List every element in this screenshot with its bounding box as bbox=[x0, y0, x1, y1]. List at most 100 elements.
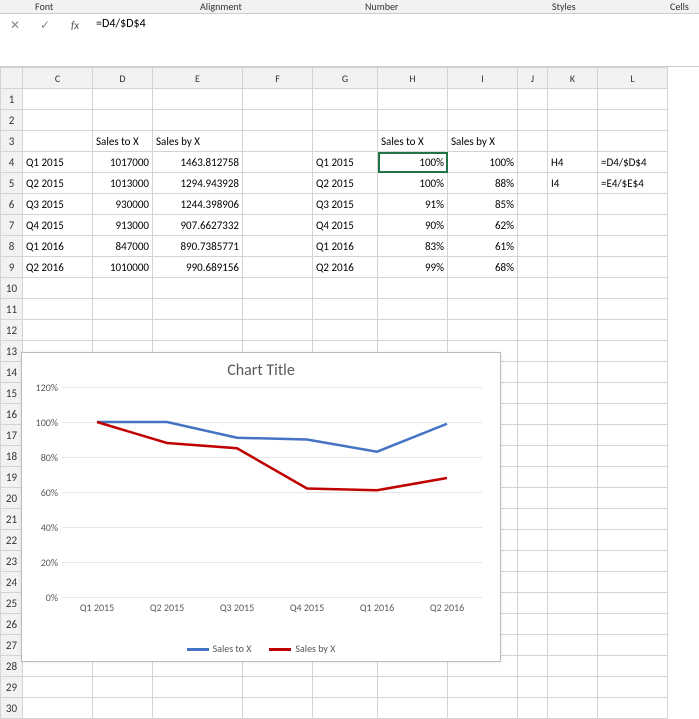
row-header[interactable]: 7 bbox=[1, 215, 23, 236]
cell-J29[interactable] bbox=[518, 677, 548, 698]
cell-J10[interactable] bbox=[518, 278, 548, 299]
cell-E29[interactable] bbox=[153, 677, 243, 698]
cell-L15[interactable] bbox=[598, 383, 668, 404]
row-header[interactable]: 28 bbox=[1, 656, 23, 677]
row-header[interactable]: 6 bbox=[1, 194, 23, 215]
cell-G1[interactable] bbox=[313, 89, 378, 110]
row-header[interactable]: 17 bbox=[1, 425, 23, 446]
row-header[interactable]: 13 bbox=[1, 341, 23, 362]
cell-E4[interactable]: 1463.812758 bbox=[153, 152, 243, 173]
col-header-H[interactable]: H bbox=[378, 68, 448, 89]
cell-K5[interactable]: I4 bbox=[548, 173, 598, 194]
cell-E9[interactable]: 990.689156 bbox=[153, 257, 243, 278]
cell-I6[interactable]: 85% bbox=[448, 194, 518, 215]
cell-E2[interactable] bbox=[153, 110, 243, 131]
cell-J20[interactable] bbox=[518, 488, 548, 509]
cell-I8[interactable]: 61% bbox=[448, 236, 518, 257]
cell-I1[interactable] bbox=[448, 89, 518, 110]
cell-L26[interactable] bbox=[598, 614, 668, 635]
cell-H8[interactable]: 83% bbox=[378, 236, 448, 257]
cell-J28[interactable] bbox=[518, 656, 548, 677]
cell-D7[interactable]: 913000 bbox=[93, 215, 153, 236]
cell-C3[interactable] bbox=[23, 131, 93, 152]
row-header[interactable]: 5 bbox=[1, 173, 23, 194]
cell-J14[interactable] bbox=[518, 362, 548, 383]
cell-D30[interactable] bbox=[93, 698, 153, 719]
cell-K19[interactable] bbox=[548, 467, 598, 488]
cell-J25[interactable] bbox=[518, 593, 548, 614]
cell-J27[interactable] bbox=[518, 635, 548, 656]
cell-C10[interactable] bbox=[23, 278, 93, 299]
cell-L11[interactable] bbox=[598, 299, 668, 320]
cell-K7[interactable] bbox=[548, 215, 598, 236]
cell-I7[interactable]: 62% bbox=[448, 215, 518, 236]
cell-L10[interactable] bbox=[598, 278, 668, 299]
cell-L8[interactable] bbox=[598, 236, 668, 257]
cell-L22[interactable] bbox=[598, 530, 668, 551]
cell-J23[interactable] bbox=[518, 551, 548, 572]
cell-K9[interactable] bbox=[548, 257, 598, 278]
cell-J16[interactable] bbox=[518, 404, 548, 425]
row-header[interactable]: 20 bbox=[1, 488, 23, 509]
cell-J26[interactable] bbox=[518, 614, 548, 635]
cell-E30[interactable] bbox=[153, 698, 243, 719]
row-header[interactable]: 21 bbox=[1, 509, 23, 530]
row-header[interactable]: 19 bbox=[1, 467, 23, 488]
cell-L20[interactable] bbox=[598, 488, 668, 509]
cell-J15[interactable] bbox=[518, 383, 548, 404]
row-header[interactable]: 22 bbox=[1, 530, 23, 551]
row-header[interactable]: 15 bbox=[1, 383, 23, 404]
cell-G7[interactable]: Q4 2015 bbox=[313, 215, 378, 236]
cell-E8[interactable]: 890.7385771 bbox=[153, 236, 243, 257]
row-header[interactable]: 16 bbox=[1, 404, 23, 425]
cell-L18[interactable] bbox=[598, 446, 668, 467]
cell-F12[interactable] bbox=[243, 320, 313, 341]
cell-G12[interactable] bbox=[313, 320, 378, 341]
cell-D3[interactable]: Sales to X bbox=[93, 131, 153, 152]
cell-F11[interactable] bbox=[243, 299, 313, 320]
cell-L23[interactable] bbox=[598, 551, 668, 572]
cell-L27[interactable] bbox=[598, 635, 668, 656]
cell-J18[interactable] bbox=[518, 446, 548, 467]
cell-I11[interactable] bbox=[448, 299, 518, 320]
row-header[interactable]: 10 bbox=[1, 278, 23, 299]
cell-C1[interactable] bbox=[23, 89, 93, 110]
cell-L13[interactable] bbox=[598, 341, 668, 362]
cell-K21[interactable] bbox=[548, 509, 598, 530]
col-header-I[interactable]: I bbox=[448, 68, 518, 89]
cell-C4[interactable]: Q1 2015 bbox=[23, 152, 93, 173]
cell-D12[interactable] bbox=[93, 320, 153, 341]
cell-L9[interactable] bbox=[598, 257, 668, 278]
cell-H12[interactable] bbox=[378, 320, 448, 341]
row-header[interactable]: 2 bbox=[1, 110, 23, 131]
cell-K27[interactable] bbox=[548, 635, 598, 656]
cell-E1[interactable] bbox=[153, 89, 243, 110]
cell-L30[interactable] bbox=[598, 698, 668, 719]
row-header[interactable]: 25 bbox=[1, 593, 23, 614]
cell-C5[interactable]: Q2 2015 bbox=[23, 173, 93, 194]
cell-D5[interactable]: 1013000 bbox=[93, 173, 153, 194]
cell-J7[interactable] bbox=[518, 215, 548, 236]
cell-I30[interactable] bbox=[448, 698, 518, 719]
cell-H3[interactable]: Sales to X bbox=[378, 131, 448, 152]
cell-K12[interactable] bbox=[548, 320, 598, 341]
cell-H10[interactable] bbox=[378, 278, 448, 299]
cell-F30[interactable] bbox=[243, 698, 313, 719]
cell-F10[interactable] bbox=[243, 278, 313, 299]
cell-I10[interactable] bbox=[448, 278, 518, 299]
cell-K6[interactable] bbox=[548, 194, 598, 215]
cell-J22[interactable] bbox=[518, 530, 548, 551]
cell-K29[interactable] bbox=[548, 677, 598, 698]
formula-input[interactable]: =D4/$D$4 bbox=[90, 14, 699, 66]
cancel-icon[interactable]: ✕ bbox=[0, 14, 30, 36]
cell-I5[interactable]: 88% bbox=[448, 173, 518, 194]
col-header-D[interactable]: D bbox=[93, 68, 153, 89]
cell-G4[interactable]: Q1 2015 bbox=[313, 152, 378, 173]
cell-K2[interactable] bbox=[548, 110, 598, 131]
row-header[interactable]: 3 bbox=[1, 131, 23, 152]
col-header-K[interactable]: K bbox=[548, 68, 598, 89]
row-header[interactable]: 1 bbox=[1, 89, 23, 110]
cell-H4[interactable]: 100% bbox=[378, 152, 448, 173]
cell-L29[interactable] bbox=[598, 677, 668, 698]
cell-J13[interactable] bbox=[518, 341, 548, 362]
